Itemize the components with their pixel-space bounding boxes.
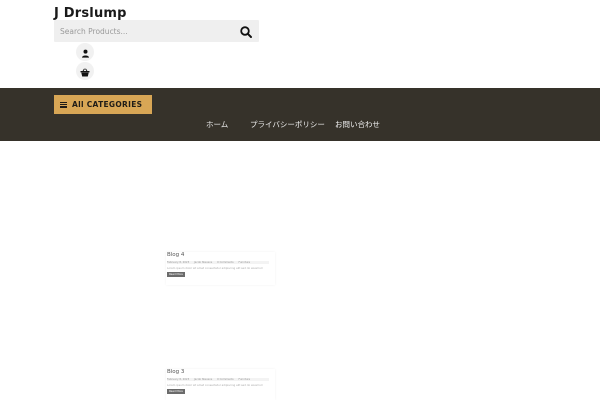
post-comments: 0 Comments — [217, 261, 234, 264]
account-button[interactable] — [76, 43, 94, 61]
post-meta: February 8, 2023 Jacob Stevens 0 Comment… — [167, 261, 269, 264]
post-title[interactable]: Blog 4 — [167, 252, 184, 258]
all-categories-button[interactable]: All CATEGORIES — [54, 95, 152, 114]
post-category: Furniture — [238, 378, 251, 381]
basket-icon — [80, 62, 90, 81]
main-navigation-bar: All CATEGORIES ホーム プライバシーポリシー お問い合わせ — [0, 88, 600, 141]
all-categories-label: All CATEGORIES — [72, 100, 143, 109]
post-comments: 0 Comments — [217, 378, 234, 381]
cart-button[interactable] — [76, 62, 94, 80]
blog-post-card: Blog 3 February 8, 2023 Jacob Stevens 0 … — [166, 369, 275, 400]
blog-post-card: Blog 4 February 8, 2023 Jacob Stevens 0 … — [166, 252, 275, 285]
post-date: February 8, 2023 — [167, 261, 190, 264]
post-title[interactable]: Blog 3 — [167, 369, 184, 375]
post-date: February 8, 2023 — [167, 378, 190, 381]
site-title[interactable]: J Drslump — [54, 6, 127, 21]
primary-menu: ホーム プライバシーポリシー お問い合わせ — [0, 119, 600, 131]
search-input[interactable] — [54, 20, 230, 42]
post-category: Furniture — [238, 261, 251, 264]
post-excerpt: Lorem ipsum dolor sit amet consectetur a… — [167, 266, 263, 270]
menu-item-home[interactable]: ホーム — [206, 119, 228, 130]
search-box — [54, 20, 259, 42]
post-meta: February 8, 2023 Jacob Stevens 0 Comment… — [167, 378, 269, 381]
post-author: Jacob Stevens — [194, 261, 213, 264]
post-excerpt: Lorem ipsum dolor sit amet consectetur a… — [167, 383, 263, 387]
post-author: Jacob Stevens — [194, 378, 213, 381]
menu-item-contact[interactable]: お問い合わせ — [335, 119, 380, 130]
user-icon — [81, 43, 90, 62]
search-icon[interactable] — [239, 24, 253, 38]
menu-item-privacy-policy[interactable]: プライバシーポリシー — [250, 119, 325, 130]
read-more-button[interactable]: Read More — [167, 272, 185, 277]
read-more-button[interactable]: Read More — [167, 389, 185, 394]
menu-icon — [60, 101, 67, 108]
